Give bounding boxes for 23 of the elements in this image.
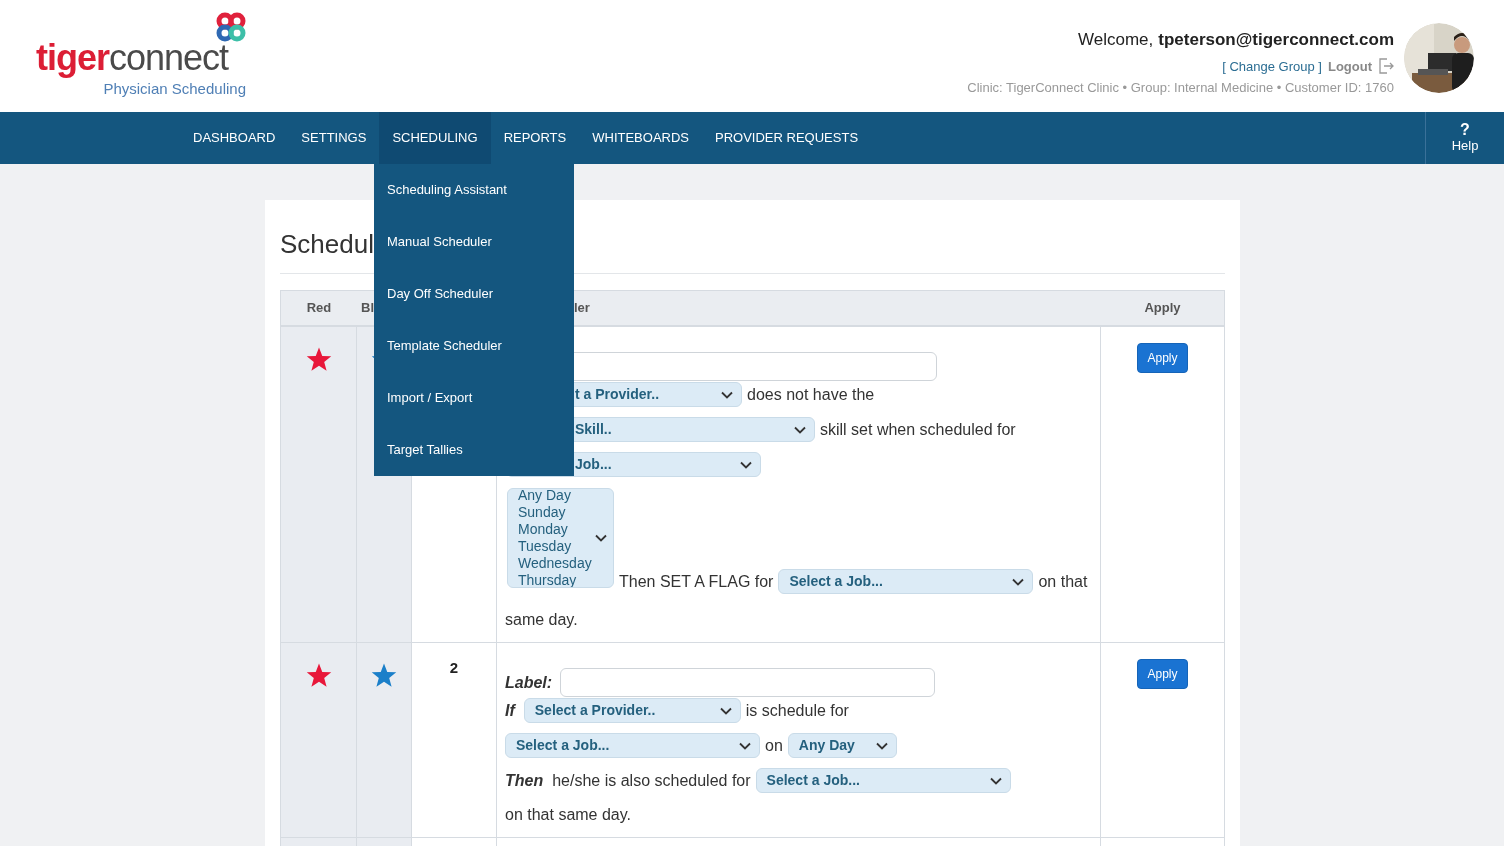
rule-text: he/she is also scheduled for <box>552 770 751 791</box>
tagline: Physician Scheduling <box>103 79 246 99</box>
rule-number: 2 <box>449 658 459 678</box>
user-email: tpeterson@tigerconnect.com <box>1158 29 1394 51</box>
rule-text: on that <box>1038 571 1088 592</box>
brand-name: tiger <box>36 40 109 76</box>
clinic-info: Clinic: TigerConnect Clinic • Group: Internal Medicine • Customer ID: 1760 <box>967 79 1394 97</box>
column-header: Bl <box>361 299 374 318</box>
rule-text: same day. <box>505 610 579 630</box>
rule-text: on that same day. <box>505 805 632 825</box>
rule-text: Then SET A FLAG for <box>619 571 774 592</box>
column-header: Red <box>306 299 332 318</box>
if-text: If <box>505 700 515 721</box>
welcome-text: Welcome, <box>1078 29 1154 51</box>
label-text: Label: <box>505 672 553 693</box>
column-header: Apply <box>1144 299 1181 318</box>
rule-text: on <box>765 735 783 756</box>
then-text: Then <box>505 770 544 791</box>
column-header: ler <box>574 299 590 318</box>
rule-text: is schedule for <box>745 700 849 721</box>
rule-text: skill set when scheduled for <box>820 419 1016 440</box>
rule-text: does not have the <box>747 384 875 405</box>
brand-name: connect <box>109 40 229 76</box>
